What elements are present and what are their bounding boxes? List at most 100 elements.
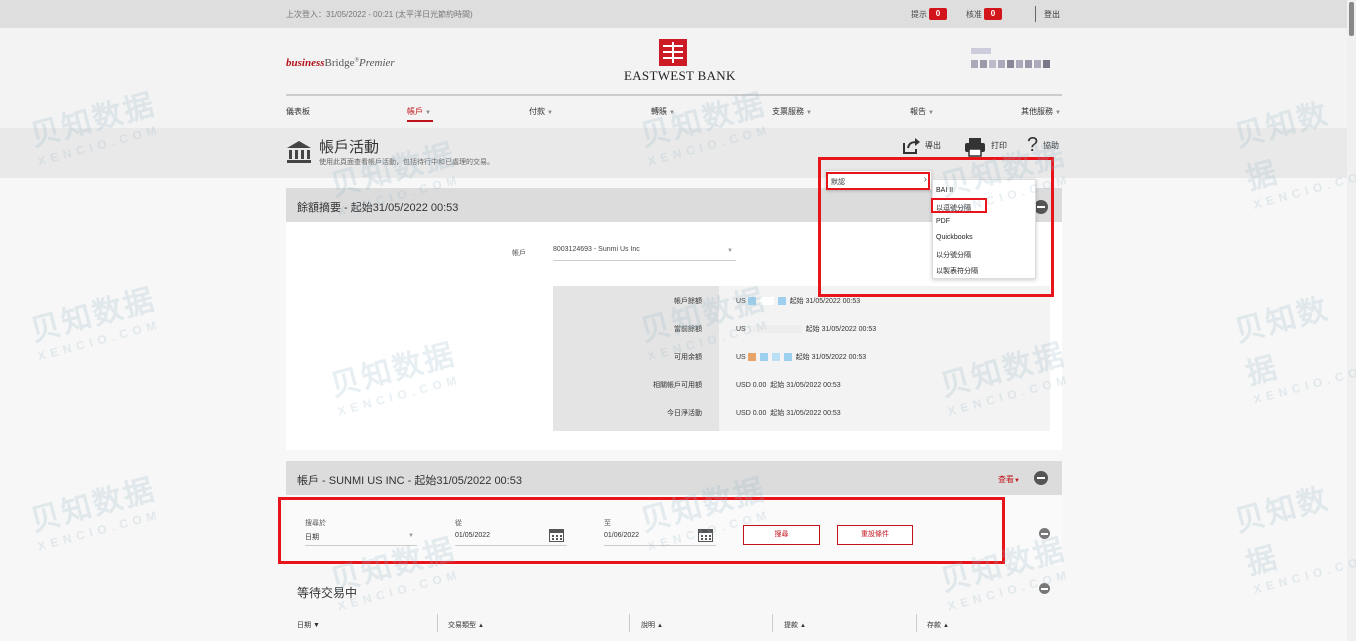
collapse-icon[interactable] [1034,471,1048,485]
sort-desc-icon: ▼ [312,622,320,629]
chevron-down-icon: ▼ [425,110,431,116]
user-info-small-blur [971,48,1051,56]
logout-link[interactable]: 登出 [1044,9,1060,20]
balance-row: 帳戶餘額 US 起始 31/05/2022 00:53 [553,296,1050,310]
column-divider [772,614,773,632]
scrollbar-thumb[interactable] [1349,2,1354,36]
header-divider [286,94,1062,96]
help-icon[interactable]: ? [1027,134,1038,157]
collapse-icon[interactable] [1039,583,1050,594]
balance-row-label: 帳戶餘額 [674,298,702,305]
logo-premier-text: Premier [359,57,395,69]
last-login-text: 上次登入：31/05/2022 - 00:21 (太平洋日光節約時間) [286,10,473,19]
nav-item-reports-label: 報告 [910,107,926,116]
account-activity-header[interactable]: 帳戶 - SUNMI US INC - 起始31/05/2022 00:53 查… [286,461,1062,495]
nav-item-reports[interactable]: 報告 ▼ [910,106,934,117]
balance-as-of: 起始 31/05/2022 00:53 [795,354,867,361]
topbar-divider [1035,6,1036,22]
export-icon[interactable] [902,137,920,155]
balance-currency: US [736,354,746,361]
page-scrollbar[interactable] [1347,0,1356,641]
blurred-amount [759,353,768,362]
nav-item-other-services[interactable]: 其他服務 ▼ [1021,106,1061,117]
chevron-down-icon: ▼ [408,533,414,539]
search-button[interactable]: 搜尋 [743,525,820,545]
businessbridge-logo[interactable]: businessBridge®Premier [286,57,395,69]
eastwest-bank-name: EASTWEST BANK [624,68,736,83]
nav-item-check-services[interactable]: 支票服務 ▼ [772,106,812,117]
export-default-label: 默認 [831,179,845,186]
balance-row: 可用余額 US 起始 31/05/2022 00:53 [553,352,1050,366]
calendar-icon[interactable] [698,529,713,542]
balance-as-of: 起始 31/05/2022 00:53 [770,410,841,417]
account-label: 帳戶 [512,250,526,257]
reset-criteria-button[interactable]: 重設條件 [837,525,913,545]
user-name-blurred [971,60,1051,68]
column-header-deposit[interactable]: 存款 ▲ [927,620,949,630]
nav-item-transfers-label: 轉賬 [651,107,667,116]
sort-asc-icon: ▲ [477,623,484,629]
column-header-date[interactable]: 日期 ▼ [297,620,320,630]
export-option-pdf[interactable]: PDF [936,218,950,225]
blurred-amount [747,325,802,334]
export-option-tab[interactable]: 以製表符分隔 [936,266,978,276]
export-option-quickbooks[interactable]: Quickbooks [936,234,973,241]
search-in-select[interactable]: 日期 ▼ [305,532,417,546]
collapse-icon[interactable] [1034,200,1048,214]
column-header-description-label: 說明 [641,622,655,629]
main-nav: 儀表板 帳戶 ▼ 付款 ▼ 轉賬 ▼ 支票服務 ▼ 報告 ▼ 其他服務 ▼ [286,106,1062,124]
nav-item-dashboard[interactable]: 儀表板 [286,106,310,117]
filter-panel [286,495,1062,566]
help-button[interactable]: 協助 [1043,140,1059,151]
blurred-amount [759,297,774,306]
export-option-bai2[interactable]: BAI II [936,187,953,194]
balance-row-label: 相關帳戶可用額 [653,382,702,389]
nav-item-accounts[interactable]: 帳戶 ▼ [407,106,431,117]
approvals-count-badge[interactable]: 0 [984,8,1002,20]
nav-item-payments-label: 付款 [529,107,545,116]
balance-currency: US [736,298,746,305]
logo-bridge-text: Bridge [324,57,355,69]
nav-item-payments[interactable]: 付款 ▼ [529,106,553,117]
search-in-value: 日期 [305,534,319,541]
printer-icon[interactable] [964,137,986,157]
logo-business-text: business [286,57,325,69]
balance-summary-title: 餘額摘要 - 起始31/05/2022 00:53 [297,202,459,214]
column-header-description[interactable]: 說明 ▲ [641,620,663,630]
blurred-amount [777,297,786,306]
from-date-label: 從 [455,520,462,527]
collapse-icon[interactable] [1039,528,1050,539]
pending-transactions-title: 等待交易中 [297,586,358,600]
balance-row-value: US 起始 31/05/2022 00:53 [736,296,860,306]
balance-as-of: 起始 31/05/2022 00:53 [789,298,861,305]
column-header-transaction-type[interactable]: 交易類型 ▲ [448,620,484,630]
column-header-withdrawal[interactable]: 提款 ▲ [784,620,806,630]
export-button[interactable]: 導出 [925,140,941,151]
export-option-semicolon[interactable]: 以分號分隔 [936,250,971,260]
to-date-value: 01/06/2022 [604,532,640,539]
sort-asc-icon: ▲ [942,623,949,629]
calendar-icon[interactable] [549,529,564,542]
export-format-menu[interactable]: 默認 › [826,170,932,190]
nav-item-transfers[interactable]: 轉賬 ▼ [651,106,675,117]
balance-row-value: US 起始 31/05/2022 00:53 [736,352,866,362]
top-bar: 上次登入：31/05/2022 - 00:21 (太平洋日光節約時間) 提示 0… [0,0,1356,28]
export-option-comma[interactable]: 以逗號分隔 [936,203,971,213]
balance-row-label: 今日淨活動 [667,410,702,417]
chevron-right-icon: › [923,174,927,185]
to-date-label: 至 [604,520,611,527]
account-select[interactable]: 8003124693 - Sunmi Us Inc ▼ [553,244,736,261]
column-header-deposit-label: 存款 [927,622,941,629]
balance-currency: USD 0.00 [736,382,767,389]
sort-asc-icon: ▲ [799,623,806,629]
print-button[interactable]: 打印 [991,140,1007,151]
alerts-count-badge[interactable]: 0 [929,8,947,20]
balance-row: 相關帳戶可用額 USD 0.00 起始 31/05/2022 00:53 [553,380,1050,394]
nav-item-accounts-label: 帳戶 [407,107,423,116]
alerts-label[interactable]: 提示 [911,9,927,20]
balance-row: 當前餘額 US 起始 31/05/2022 00:53 [553,324,1050,338]
approvals-label[interactable]: 核准 [966,9,982,20]
balance-currency: USD 0.00 [736,410,767,417]
view-dropdown[interactable]: 查看▼ [998,474,1020,485]
nav-item-check-services-label: 支票服務 [772,107,804,116]
